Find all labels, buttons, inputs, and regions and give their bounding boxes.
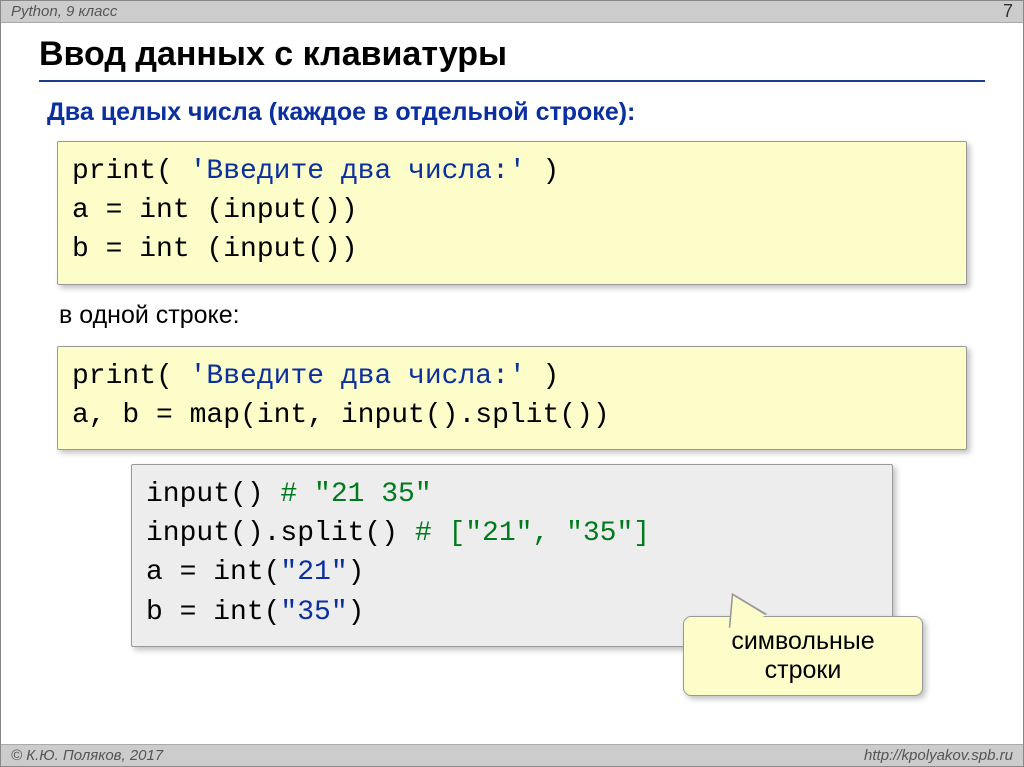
page-number: 7 xyxy=(1003,1,1013,22)
header-left: Python, 9 класс xyxy=(11,3,117,20)
code-line: input() # "21 35" xyxy=(146,475,878,514)
callout-line: символьные xyxy=(692,627,914,656)
footer-right: http://kpolyakov.spb.ru xyxy=(864,747,1013,764)
code-line: a = int("21") xyxy=(146,553,878,592)
footer-left: © К.Ю. Поляков, 2017 xyxy=(11,747,163,764)
code-line: print( 'Введите два числа:' ) xyxy=(72,357,952,396)
note-text: в одной строке: xyxy=(1,299,1023,342)
slide-footer: © К.Ю. Поляков, 2017 http://kpolyakov.sp… xyxy=(1,744,1023,766)
code-block-2: print( 'Введите два числа:' ) a, b = map… xyxy=(57,346,967,450)
slide-title: Ввод данных с клавиатуры xyxy=(1,23,1023,78)
callout: символьные строки xyxy=(683,616,923,696)
title-rule xyxy=(39,80,985,82)
code-line: a, b = map(int, input().split()) xyxy=(72,396,952,435)
code-line: print( 'Введите два числа:' ) xyxy=(72,152,952,191)
callout-line: строки xyxy=(692,656,914,685)
code-line: a = int (input()) xyxy=(72,191,952,230)
code-line: input().split() # ["21", "35"] xyxy=(146,514,878,553)
subtitle: Два целых числа (каждое в отдельной стро… xyxy=(1,92,1023,137)
code-line: b = int (input()) xyxy=(72,230,952,269)
code-block-1: print( 'Введите два числа:' ) a = int (i… xyxy=(57,141,967,285)
slide-header: Python, 9 класс 7 xyxy=(1,1,1023,23)
